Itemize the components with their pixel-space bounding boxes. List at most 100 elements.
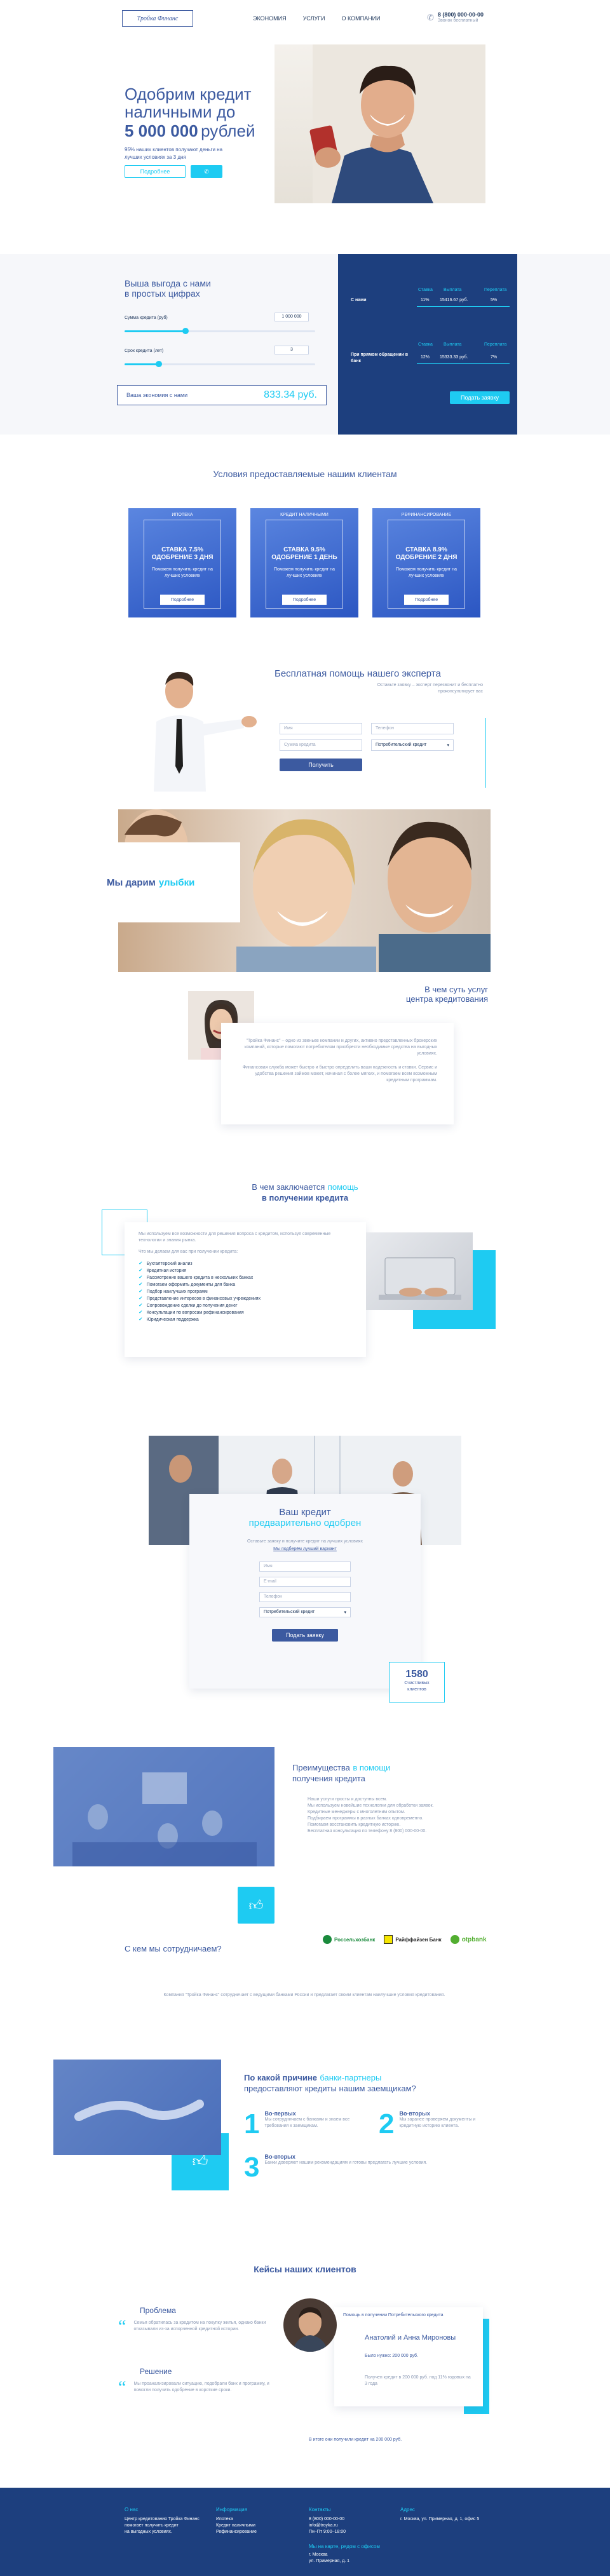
approved-link[interactable]: Мы подберём лучший вариант — [235, 1546, 375, 1553]
advantages-title-a: Преимущества — [292, 1763, 350, 1772]
partner-name: Россельхозбанк — [334, 1936, 376, 1943]
over-value: 7% — [491, 355, 498, 360]
advantages-line: Подбираем программы в разных банках одно… — [308, 1816, 424, 1821]
help-photo — [366, 1232, 473, 1310]
help-title: В чем заключается помощь в получении кре… — [0, 1182, 610, 1203]
cases-title: Кейсы наших клиентов — [254, 2264, 356, 2274]
reasons-section: 👍︎ По какой причине банки-партнеры предо… — [0, 2052, 610, 2217]
client-result: Получен кредит в 200 000 руб. под 11% го… — [365, 2375, 471, 2386]
offer-card-mortgage[interactable]: ИПОТЕКА СТАВКА 7.5% ОДОБРЕНИЕ 3 ДНЯ Помо… — [128, 508, 236, 617]
essence-title-a: В чем суть услуг — [424, 985, 488, 994]
offer-card-refinance[interactable]: РЕФИНАНСИРОВАНИЕ СТАВКА 8.9% ОДОБРЕНИЕ 2… — [372, 508, 480, 617]
offer-card-cash[interactable]: КРЕДИТ НАЛИЧНЫМИ СТАВКА 9.5% ОДОБРЕНИЕ 1… — [250, 508, 358, 617]
calculator-section: Выша выгода с нами в простых цифрах Сумм… — [0, 254, 610, 435]
advantages-line: Наши услуги просты и доступны всем. — [308, 1797, 388, 1802]
pay-value: 15416.67 руб. — [440, 298, 468, 302]
expert-amount-input[interactable]: Сумма кредита — [280, 739, 362, 751]
thumbs-up-icon: 👍︎ — [248, 1897, 264, 1913]
expert-photo — [141, 664, 274, 792]
expert-name-input[interactable]: Имя — [280, 723, 362, 734]
approved-submit-button[interactable]: Подать заявку — [272, 1629, 338, 1642]
raiffeisen-icon — [384, 1935, 393, 1944]
amount-slider-knob[interactable] — [182, 328, 189, 334]
expert-type-select[interactable]: Потребительский кредит ▾ — [371, 739, 454, 751]
businessman-illustration — [154, 671, 257, 792]
reason-item-3: 3 Во-вторых Банки доверяют нашим рекомен… — [244, 2154, 485, 2182]
help-list-item: Юридическая поддержка — [139, 1316, 352, 1323]
offer-tag: РЕФИНАНСИРОВАНИЕ — [401, 513, 452, 517]
phone-icon: ✆ — [427, 13, 434, 22]
footer-link[interactable]: Ипотека — [216, 2516, 299, 2523]
partner-logo-rosselkhozbank[interactable]: Россельхозбанк — [323, 1935, 375, 1944]
smiles-caption-box: Мы дарим улыбки — [92, 842, 240, 922]
partners-question: С кем мы сотрудничаем? — [125, 1944, 222, 1953]
amount-input[interactable]: 1 000 000 — [274, 313, 309, 321]
comparison-row-bank: Ставка Выплата Переплата При прямом обра… — [351, 342, 510, 374]
approved-type-value: Потребительский кредит — [264, 1610, 315, 1614]
row-name: При прямом обращении в банк — [351, 353, 409, 363]
partner-name: otpbank — [461, 1936, 487, 1943]
approved-desc: Оставьте заявку и получите кредит на луч… — [247, 1539, 363, 1544]
footer-col-head: Контакты — [309, 2507, 331, 2512]
apply-button[interactable]: Подать заявку — [450, 391, 510, 404]
expert-submit-button[interactable]: Получить — [280, 759, 362, 771]
offer-rate: СТАВКА 8.9% — [405, 546, 447, 553]
footer-col-line[interactable]: 8 (800) 000-00-00 — [309, 2516, 385, 2523]
help-list-item: Консультации по вопросам рефинансировани… — [139, 1309, 352, 1316]
client-avatar-illustration — [292, 2307, 328, 2352]
phone-number: 8 (800) 000-00-00 — [437, 11, 484, 18]
term-slider[interactable] — [125, 361, 315, 367]
hero-section: Одобрим кредит наличными до 5 000 000 ру… — [0, 39, 610, 210]
partners-logos: Россельхозбанк Райффайзен Банк otpbank — [323, 1935, 487, 1944]
phone-block[interactable]: ✆ 8 (800) 000-00-00 Звонок бесплатный — [427, 11, 484, 24]
footer-col-line[interactable]: info@troyka.ru — [309, 2523, 385, 2529]
hero-call-button[interactable]: ✆ — [191, 165, 222, 178]
footer-col-head: Адрес — [400, 2507, 415, 2512]
advantages-photo — [53, 1747, 274, 1866]
help-title-c: в получении кредита — [261, 1193, 349, 1203]
amount-slider[interactable] — [125, 328, 315, 334]
partner-logo-raiffeisen[interactable]: Райффайзен Банк — [384, 1935, 442, 1944]
approved-phone-input[interactable]: Телефон — [259, 1592, 351, 1602]
rate-head: Ставка — [418, 342, 433, 347]
offer-approval: ОДОБРЕНИЕ 3 ДНЯ — [151, 554, 214, 561]
nav-item-about[interactable]: О КОМПАНИИ — [341, 15, 380, 22]
reason-text: Мы заранее проверяем документы и кредитн… — [399, 2117, 476, 2128]
reasons-title-c: предоставляют кредиты нашим заемщикам? — [244, 2084, 416, 2093]
calc-title-line1: Выша выгода с нами — [125, 278, 211, 288]
like-button[interactable]: 👍︎ — [238, 1887, 274, 1924]
main-nav: ЭКОНОМИЯ УСЛУГИ О КОМПАНИИ — [253, 15, 381, 22]
term-slider-knob[interactable] — [156, 361, 162, 367]
offer-more-button[interactable]: Подробнее — [282, 595, 327, 605]
offer-more-button[interactable]: Подробнее — [160, 595, 205, 605]
solution-head: Решение — [140, 2367, 172, 2376]
quote-icon: “ — [118, 2317, 126, 2337]
logo[interactable]: Тройка Финанс — [122, 10, 193, 27]
partner-logo-otp[interactable]: otpbank — [450, 1935, 487, 1944]
footer-col-head: Информация — [216, 2507, 247, 2512]
smiles-title-a: Мы дарим — [107, 877, 156, 888]
expert-title: Бесплатная помощь нашего эксперта — [274, 668, 441, 679]
essence-text-2: Финансовая служба может быстро и быстро … — [242, 1065, 437, 1082]
footer-link[interactable]: Кредит наличными — [216, 2523, 299, 2529]
offer-more-button[interactable]: Подробнее — [404, 595, 449, 605]
expert-decoration-line — [485, 718, 486, 788]
advantages-section: 👍︎ Преимущества в помощи получения креди… — [0, 1747, 610, 2014]
reason-head: Во-вторых — [264, 2154, 295, 2160]
hero-title-line2: наличными до — [125, 102, 236, 121]
amount-label: Сумма кредита (руб) — [125, 316, 168, 320]
expert-phone-input[interactable]: Телефон — [371, 723, 454, 734]
nav-item-services[interactable]: УСЛУГИ — [303, 15, 325, 22]
footer-link[interactable]: Рефинансирование — [216, 2529, 299, 2535]
offer-rate: СТАВКА 7.5% — [161, 546, 203, 553]
offer-tag: ИПОТЕКА — [172, 513, 193, 517]
approved-type-select[interactable]: Потребительский кредит ▾ — [259, 1607, 351, 1617]
hero-more-button[interactable]: Подробнее — [125, 165, 186, 178]
nav-item-economy[interactable]: ЭКОНОМИЯ — [253, 15, 287, 22]
footer-col-contacts: Контакты 8 (800) 000-00-00 info@troyka.r… — [309, 2507, 385, 2535]
approved-name-input[interactable]: Имя — [259, 1561, 351, 1572]
hero-title-line1: Одобрим кредит — [125, 84, 252, 104]
term-input[interactable]: 3 — [274, 346, 309, 354]
approved-title: Ваш кредит предварительно одобрен — [189, 1507, 421, 1528]
approved-email-input[interactable]: E-mail — [259, 1577, 351, 1587]
